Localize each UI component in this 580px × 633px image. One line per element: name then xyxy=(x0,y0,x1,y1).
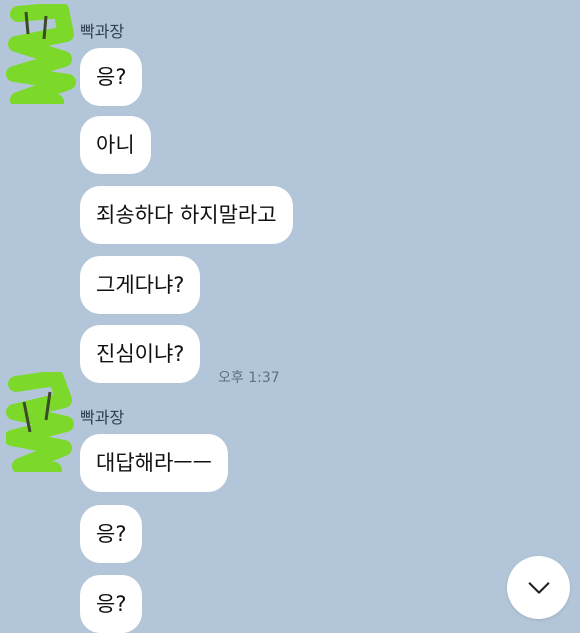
message-bubble[interactable]: 진심이냐? xyxy=(80,325,201,383)
sender-avatar[interactable] xyxy=(6,372,76,472)
message-bubble[interactable]: 응? xyxy=(80,575,143,633)
message-bubble[interactable]: 대답해라ㅡㅡ xyxy=(80,434,228,492)
chat-view: 빡과장 응? 아니 죄송하다 하지말라고 그게다냐? 진심이냐? 오후 1:37… xyxy=(0,0,580,633)
sender-name: 빡과장 xyxy=(80,408,125,427)
scroll-to-bottom-button[interactable] xyxy=(507,556,570,619)
message-bubble[interactable]: 아니 xyxy=(80,116,151,174)
message-bubble[interactable]: 그게다냐? xyxy=(80,256,201,314)
avatar-scribble-icon xyxy=(6,4,76,104)
sender-avatar[interactable] xyxy=(6,4,76,104)
message-bubble[interactable]: 죄송하다 하지말라고 xyxy=(80,186,293,244)
message-bubble[interactable]: 응? xyxy=(80,505,143,563)
message-bubble[interactable]: 응? xyxy=(80,48,143,106)
avatar-scribble-icon xyxy=(6,372,74,472)
chevron-down-icon xyxy=(528,581,549,594)
sender-name: 빡과장 xyxy=(80,22,125,41)
message-timestamp: 오후 1:37 xyxy=(218,370,280,386)
